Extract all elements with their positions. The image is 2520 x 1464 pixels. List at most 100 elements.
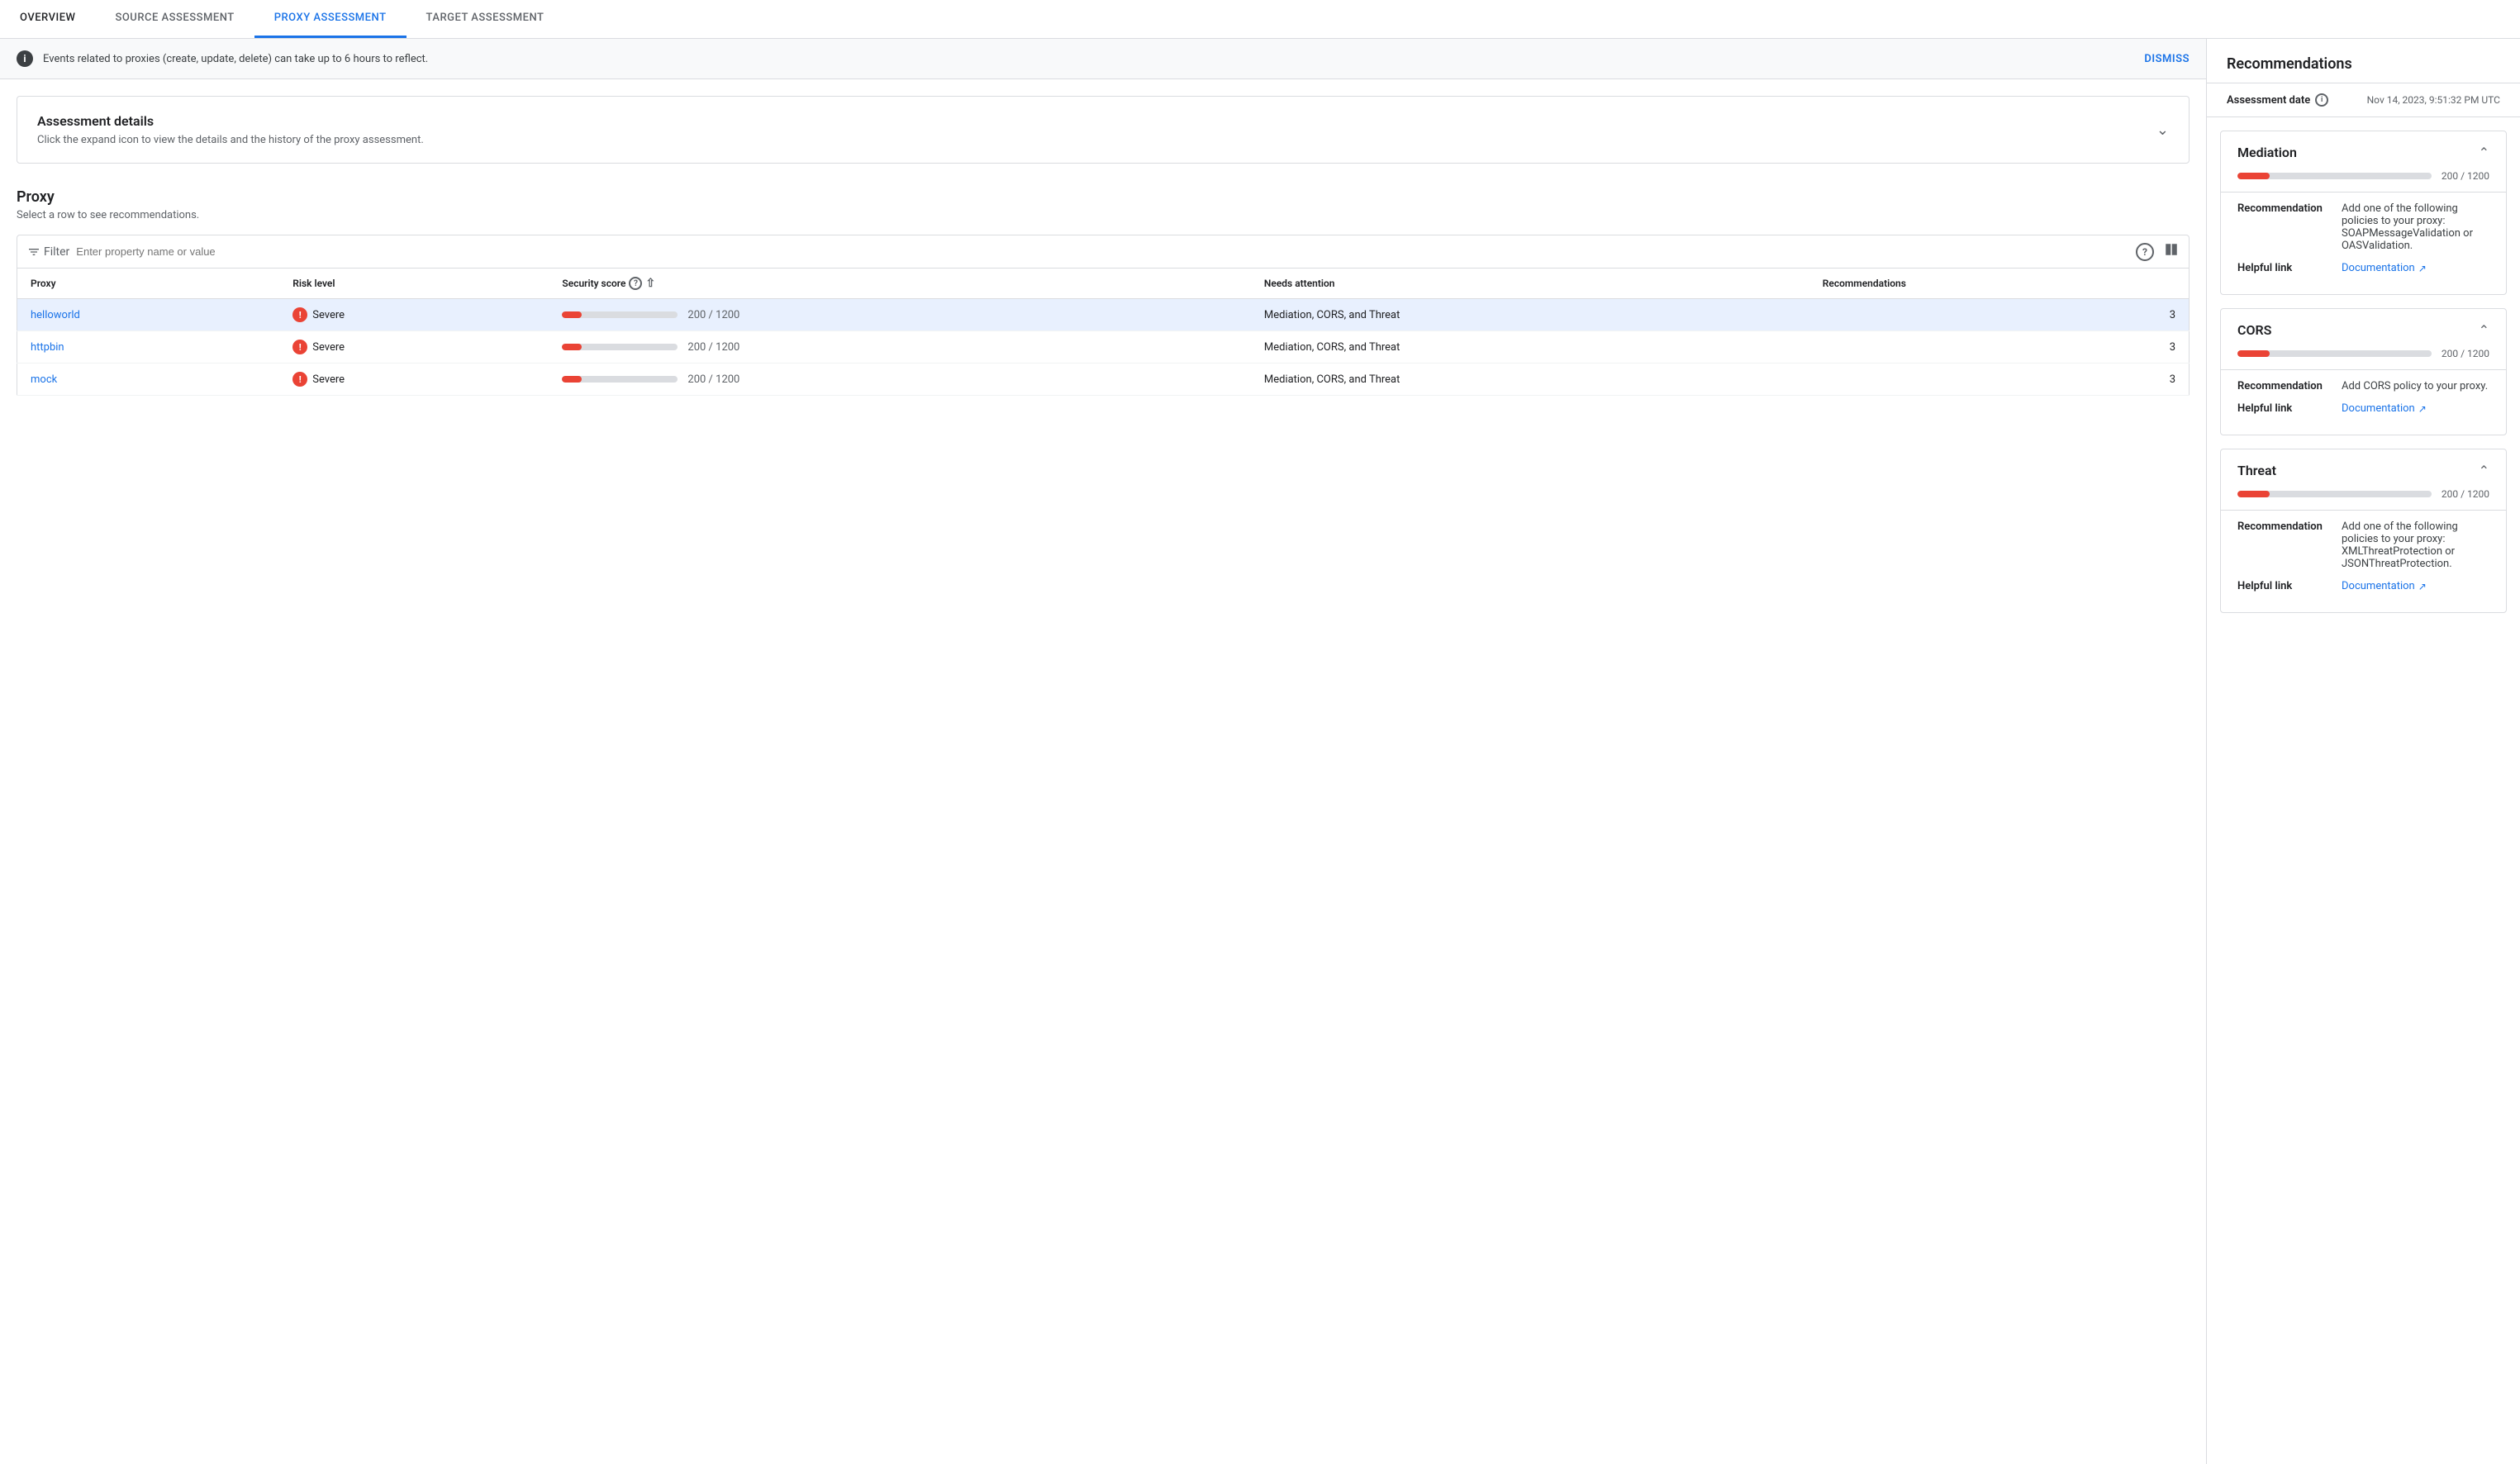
th-recommendations: Recommendations (1809, 269, 2190, 299)
security-score-cell: 200 / 1200 (549, 299, 1250, 331)
rec-chevron-icon-cors[interactable]: ⌃ (2479, 322, 2489, 338)
security-score-help-icon[interactable]: ? (629, 277, 642, 290)
rec-chevron-icon-mediation[interactable]: ⌃ (2479, 145, 2489, 160)
risk-level-cell: ! Severe (279, 331, 549, 364)
score-bar-fill (562, 344, 581, 350)
assessment-details-header: Assessment details Click the expand icon… (37, 113, 2169, 146)
assessment-date-value: Nov 14, 2023, 9:51:32 PM UTC (2367, 94, 2500, 106)
rec-body-cors: Recommendation Add CORS policy to your p… (2221, 370, 2506, 435)
tab-overview[interactable]: OVERVIEW (0, 0, 95, 38)
security-score-cell: 200 / 1200 (549, 364, 1250, 396)
rec-card-header-threat: Threat ⌃ (2221, 449, 2506, 485)
rec-helpful-link-threat[interactable]: Documentation ↗ (2342, 580, 2427, 592)
columns-icon[interactable] (2164, 242, 2179, 261)
score-bar (562, 344, 678, 350)
rec-recommendation-value-cors: Add CORS policy to your proxy. (2342, 380, 2488, 392)
rec-score-row-cors: 200 / 1200 (2221, 345, 2506, 369)
assessment-details-subtitle: Click the expand icon to view the detail… (37, 134, 424, 146)
rec-helpful-link-label-mediation: Helpful link (2237, 262, 2328, 274)
security-score-sort-icon[interactable]: ⇧ (645, 277, 655, 290)
rec-card-header-mediation: Mediation ⌃ (2221, 131, 2506, 167)
needs-attention-cell: Mediation, CORS, and Threat (1251, 331, 1809, 364)
score-bar (562, 376, 678, 383)
rec-chevron-icon-threat[interactable]: ⌃ (2479, 463, 2489, 478)
proxy-link[interactable]: helloworld (31, 309, 80, 321)
th-proxy: Proxy (17, 269, 280, 299)
risk-level-cell: ! Severe (279, 299, 549, 331)
rec-score-text-cors: 200 / 1200 (2442, 348, 2489, 359)
assessment-date-info-icon[interactable]: i (2315, 93, 2328, 107)
assessment-details-title: Assessment details (37, 113, 424, 129)
proxy-cell: httpbin (17, 331, 280, 364)
rec-recommendation-row-threat: Recommendation Add one of the following … (2237, 520, 2489, 570)
info-icon: i (17, 50, 33, 67)
rec-recommendation-label-cors: Recommendation (2237, 380, 2328, 392)
rec-score-row-mediation: 200 / 1200 (2221, 167, 2506, 192)
rec-helpful-link-label-cors: Helpful link (2237, 402, 2328, 415)
rec-card-cors: CORS ⌃ 200 / 1200 Recommendation Add COR… (2220, 308, 2507, 435)
right-panel: Recommendations Assessment date i Nov 14… (2206, 39, 2520, 1464)
right-panel-title: Recommendations (2207, 39, 2520, 83)
rec-score-bar-cors (2237, 350, 2432, 357)
severe-icon: ! (292, 340, 307, 354)
tabs-bar: OVERVIEW SOURCE ASSESSMENT PROXY ASSESSM… (0, 0, 2520, 39)
recommendations-cell: 3 (1809, 299, 2190, 331)
expand-chevron-icon[interactable]: ⌄ (2156, 121, 2169, 139)
external-link-icon-mediation: ↗ (2418, 263, 2427, 274)
severe-icon: ! (292, 372, 307, 387)
table-row[interactable]: httpbin ! Severe 200 / 1200 Mediation, C… (17, 331, 2190, 364)
rec-recommendation-value-mediation: Add one of the following policies to you… (2342, 202, 2489, 252)
table-row[interactable]: mock ! Severe 200 / 1200 Mediation, CORS… (17, 364, 2190, 396)
risk-level-cell: ! Severe (279, 364, 549, 396)
recommendations-cell: 3 (1809, 364, 2190, 396)
score-bar (562, 311, 678, 318)
rec-card-title-mediation: Mediation (2237, 145, 2297, 160)
rec-recommendation-row-mediation: Recommendation Add one of the following … (2237, 202, 2489, 252)
rec-helpful-link-mediation[interactable]: Documentation ↗ (2342, 262, 2427, 274)
rec-recommendation-label-threat: Recommendation (2237, 520, 2328, 570)
proxy-link[interactable]: mock (31, 373, 57, 386)
rec-score-bar-mediation (2237, 173, 2432, 179)
proxy-table: Proxy Risk level Security score ? ⇧ Need… (17, 269, 2190, 396)
rec-card-threat: Threat ⌃ 200 / 1200 Recommendation Add o… (2220, 449, 2507, 613)
info-banner: i Events related to proxies (create, upd… (0, 39, 2206, 79)
filter-bar: Filter ? (17, 235, 2190, 269)
proxy-link[interactable]: httpbin (31, 341, 64, 354)
rec-helpful-link-cors[interactable]: Documentation ↗ (2342, 402, 2427, 415)
needs-attention-cell: Mediation, CORS, and Threat (1251, 364, 1809, 396)
assessment-date-label: Assessment date i (2227, 93, 2328, 107)
filter-help-icon[interactable]: ? (2136, 243, 2154, 261)
assessment-details-card: Assessment details Click the expand icon… (17, 96, 2190, 164)
tab-proxy-assessment[interactable]: PROXY ASSESSMENT (254, 0, 407, 38)
th-needs-attention: Needs attention (1251, 269, 1809, 299)
rec-body-mediation: Recommendation Add one of the following … (2221, 193, 2506, 294)
rec-helpful-link-row-cors: Helpful link Documentation ↗ (2237, 402, 2489, 415)
recommendations-cell: 3 (1809, 331, 2190, 364)
rec-score-row-threat: 200 / 1200 (2221, 485, 2506, 510)
main-layout: i Events related to proxies (create, upd… (0, 39, 2520, 1464)
rec-card-mediation: Mediation ⌃ 200 / 1200 Recommendation Ad… (2220, 131, 2507, 295)
table-row[interactable]: helloworld ! Severe 200 / 1200 Mediation… (17, 299, 2190, 331)
proxy-cell: helloworld (17, 299, 280, 331)
left-content: i Events related to proxies (create, upd… (0, 39, 2206, 1464)
banner-text: Events related to proxies (create, updat… (43, 53, 2134, 65)
dismiss-button[interactable]: DISMISS (2144, 53, 2190, 65)
proxy-cell: mock (17, 364, 280, 396)
proxy-section: Proxy Select a row to see recommendation… (0, 180, 2206, 404)
filter-input[interactable] (76, 245, 2129, 258)
rec-body-threat: Recommendation Add one of the following … (2221, 511, 2506, 612)
severe-icon: ! (292, 307, 307, 322)
table-header-row: Proxy Risk level Security score ? ⇧ Need… (17, 269, 2190, 299)
filter-actions: ? (2136, 242, 2179, 261)
rec-helpful-link-row-threat: Helpful link Documentation ↗ (2237, 580, 2489, 592)
needs-attention-cell: Mediation, CORS, and Threat (1251, 299, 1809, 331)
tab-target-assessment[interactable]: TARGET ASSESSMENT (407, 0, 564, 38)
risk-level-text: Severe (312, 309, 345, 321)
proxy-section-subtitle: Select a row to see recommendations. (17, 209, 2190, 221)
proxy-table-body: helloworld ! Severe 200 / 1200 Mediation… (17, 299, 2190, 396)
rec-score-text-threat: 200 / 1200 (2442, 488, 2489, 500)
security-score-cell: 200 / 1200 (549, 331, 1250, 364)
rec-recommendation-row-cors: Recommendation Add CORS policy to your p… (2237, 380, 2489, 392)
score-text: 200 / 1200 (687, 373, 739, 386)
tab-source-assessment[interactable]: SOURCE ASSESSMENT (95, 0, 254, 38)
